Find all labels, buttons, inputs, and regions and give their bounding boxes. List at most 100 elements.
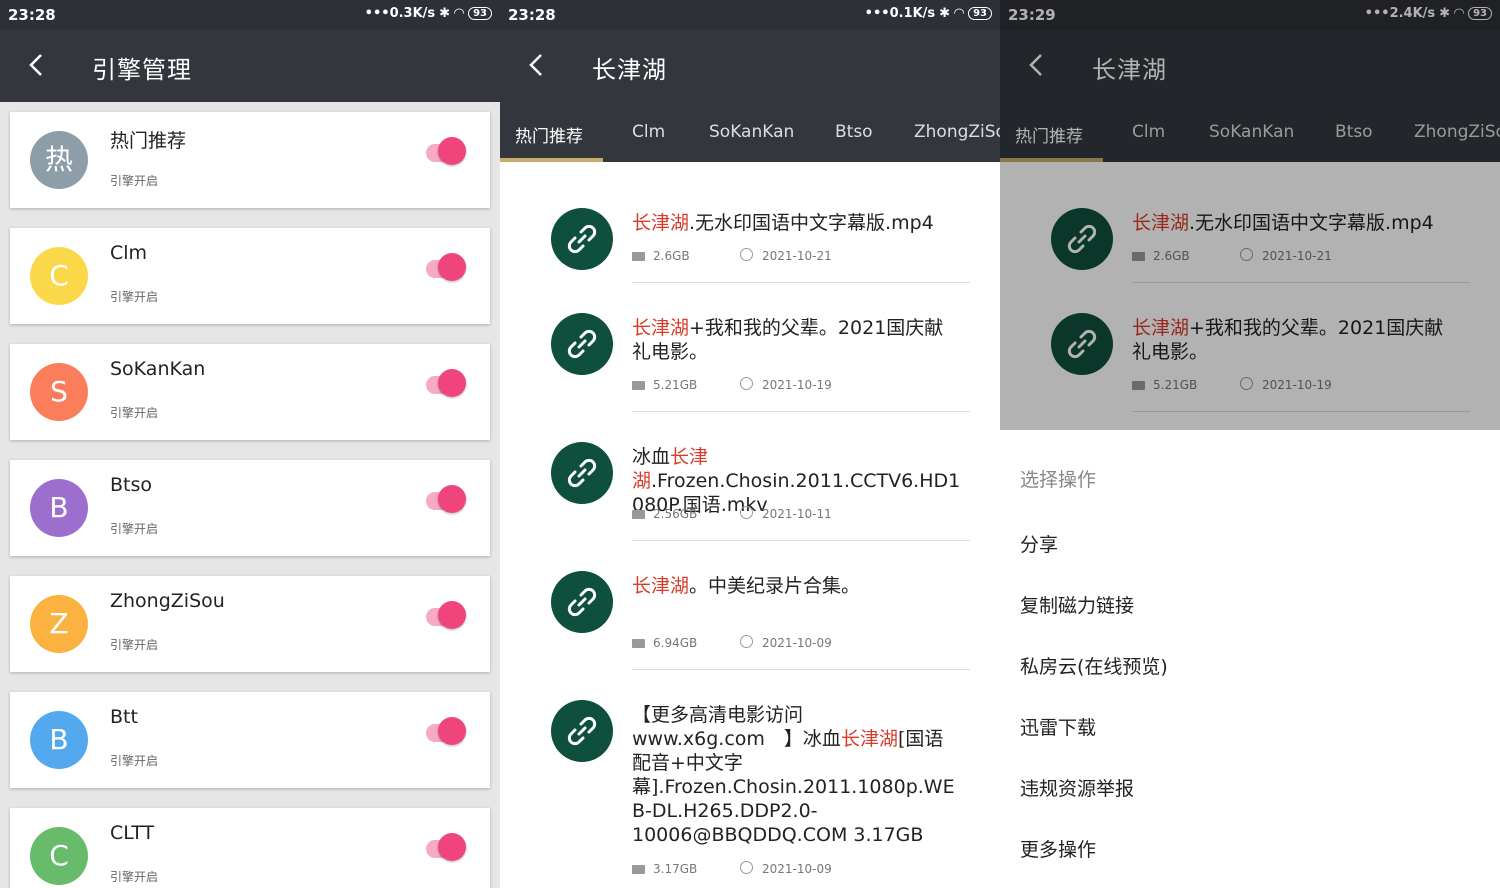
engine-name: CLTT (110, 822, 155, 844)
file-size: 2.56GB (653, 507, 698, 521)
tab-indicator (500, 158, 603, 162)
sheet-action-5[interactable]: 违规资源举报 (1020, 774, 1134, 801)
engine-name: Clm (110, 242, 148, 264)
title-prefix: 【更多高清电影访问 www.x6g.com 】冰血 (632, 704, 841, 750)
status-bar: 23:28 •••0.1K/s ✱ ◠ 93 (500, 0, 1000, 30)
result-meta: 5.21GB 2021-10-19 (632, 377, 832, 392)
engine-status: 引擎开启 (110, 406, 159, 420)
engine-toggle-thumb[interactable] (438, 601, 466, 629)
clock-icon (740, 377, 753, 390)
bluetooth-icon: ✱ (439, 6, 451, 21)
engine-toggle-thumb[interactable] (438, 253, 466, 281)
title-rest: .无水印国语中文字幕版.mp4 (689, 212, 934, 234)
engine-avatar: B (30, 711, 88, 769)
back-arrow-icon[interactable] (22, 50, 52, 80)
search-results-screen: 23:28 •••0.1K/s ✱ ◠ 93 长津湖 热门推荐 Clm SoKanK… (500, 0, 1000, 888)
file-date: 2021-10-09 (762, 862, 832, 876)
page-title: 引擎管理 (92, 56, 192, 84)
page-title: 长津湖 (592, 56, 667, 84)
engine-toggle-thumb[interactable] (438, 833, 466, 861)
divider (632, 540, 970, 541)
dim-overlay[interactable] (1000, 0, 1500, 430)
tab-3[interactable]: SoKanKan (709, 122, 794, 142)
divider (632, 282, 970, 283)
back-arrow-icon[interactable] (522, 50, 552, 80)
engine-card[interactable]: B Btso 引擎开启 (10, 460, 490, 556)
title-keyword: 长津湖 (632, 317, 690, 339)
engine-status: 引擎开启 (110, 290, 159, 304)
file-size: 6.94GB (653, 636, 698, 650)
result-meta: 2.6GB 2021-10-21 (632, 248, 832, 263)
divider (632, 669, 970, 670)
engine-toggle-thumb[interactable] (438, 485, 466, 513)
tab-2[interactable]: Clm (632, 122, 665, 142)
folder-icon (632, 381, 645, 390)
title-keyword: 长津湖 (632, 212, 690, 234)
engine-tabs: 热门推荐 Clm SoKanKan Btso ZhongZiSou (500, 102, 1000, 162)
sheet-action-2[interactable]: 复制磁力链接 (1020, 591, 1134, 618)
result-title: 【更多高清电影访问 www.x6g.com 】冰血长津湖[国语配音+中文字幕].… (632, 703, 962, 847)
engine-avatar: B (30, 479, 88, 537)
engine-card[interactable]: B Btt 引擎开启 (10, 692, 490, 788)
clock-icon (740, 635, 753, 648)
network-speed: •••0.1K/s (864, 6, 936, 21)
tab-1[interactable]: 热门推荐 (515, 122, 583, 147)
result-title: 长津湖+我和我的父辈。2021国庆献礼电影。 (632, 316, 962, 364)
clock-icon (740, 248, 753, 261)
action-sheet-screen: 23:29 •••2.4K/s ✱ ◠ 93 长津湖 热门推荐 Clm SoKanK… (1000, 0, 1500, 888)
engine-status: 引擎开启 (110, 174, 159, 188)
engine-card[interactable]: C Clm 引擎开启 (10, 228, 490, 324)
engine-avatar: Z (30, 595, 88, 653)
bluetooth-icon: ✱ (939, 6, 951, 21)
engine-name: ZhongZiSou (110, 590, 225, 612)
result-meta: 3.17GB 2021-10-09 (632, 861, 832, 876)
file-date: 2021-10-11 (762, 507, 832, 521)
wifi-icon: ◠ (454, 6, 465, 21)
sheet-action-6[interactable]: 更多操作 (1020, 835, 1096, 862)
engine-name: 热门推荐 (110, 130, 187, 152)
engine-toggle-thumb[interactable] (438, 137, 466, 165)
engine-avatar: C (30, 827, 88, 885)
sheet-action-1[interactable]: 分享 (1020, 530, 1058, 557)
engine-card[interactable]: C CLTT 引擎开启 (10, 808, 490, 888)
engine-name: Btt (110, 706, 138, 728)
status-time: 23:28 (8, 6, 56, 24)
link-icon (551, 442, 613, 504)
file-size: 2.6GB (653, 249, 690, 263)
title-keyword: 长津湖 (632, 575, 690, 597)
result-meta: 2.56GB 2021-10-11 (632, 506, 832, 521)
status-bar: 23:28 •••0.3K/s ✱ ◠ 93 (0, 0, 500, 30)
folder-icon (632, 510, 645, 519)
folder-icon (632, 639, 645, 648)
folder-icon (632, 865, 645, 874)
title-keyword: 长津湖 (840, 728, 898, 750)
clock-icon (740, 506, 753, 519)
engine-management-screen: 23:28 •••0.3K/s ✱ ◠ 93 引擎管理 热热门推荐 引擎开启 C Cl… (0, 0, 500, 888)
engine-status: 引擎开启 (110, 638, 159, 652)
engine-toggle-thumb[interactable] (438, 717, 466, 745)
sheet-action-3[interactable]: 私房云(在线预览) (1020, 652, 1168, 679)
battery-icon: 93 (468, 7, 492, 20)
link-icon (551, 571, 613, 633)
app-bar: 引擎管理 (0, 30, 500, 102)
file-date: 2021-10-19 (762, 378, 832, 392)
link-icon (551, 313, 613, 375)
app-bar: 长津湖 (500, 30, 1000, 102)
engine-toggle-thumb[interactable] (438, 369, 466, 397)
engine-status: 引擎开启 (110, 754, 159, 768)
divider (632, 411, 970, 412)
file-date: 2021-10-09 (762, 636, 832, 650)
result-title: 长津湖。中美纪录片合集。 (632, 574, 962, 598)
sheet-action-4[interactable]: 迅雷下载 (1020, 713, 1096, 740)
engine-card[interactable]: 热热门推荐 引擎开启 (10, 112, 490, 208)
engine-card[interactable]: Z ZhongZiSou 引擎开启 (10, 576, 490, 672)
tab-5[interactable]: ZhongZiSou (914, 122, 1000, 142)
engine-name: Btso (110, 474, 153, 496)
engine-status: 引擎开启 (110, 522, 159, 536)
engine-card[interactable]: S SoKanKan 引擎开启 (10, 344, 490, 440)
wifi-icon: ◠ (954, 6, 965, 21)
file-size: 3.17GB (653, 862, 698, 876)
tab-4[interactable]: Btso (835, 122, 873, 142)
engine-status: 引擎开启 (110, 870, 159, 884)
title-rest: 。中美纪录片合集。 (689, 575, 861, 597)
